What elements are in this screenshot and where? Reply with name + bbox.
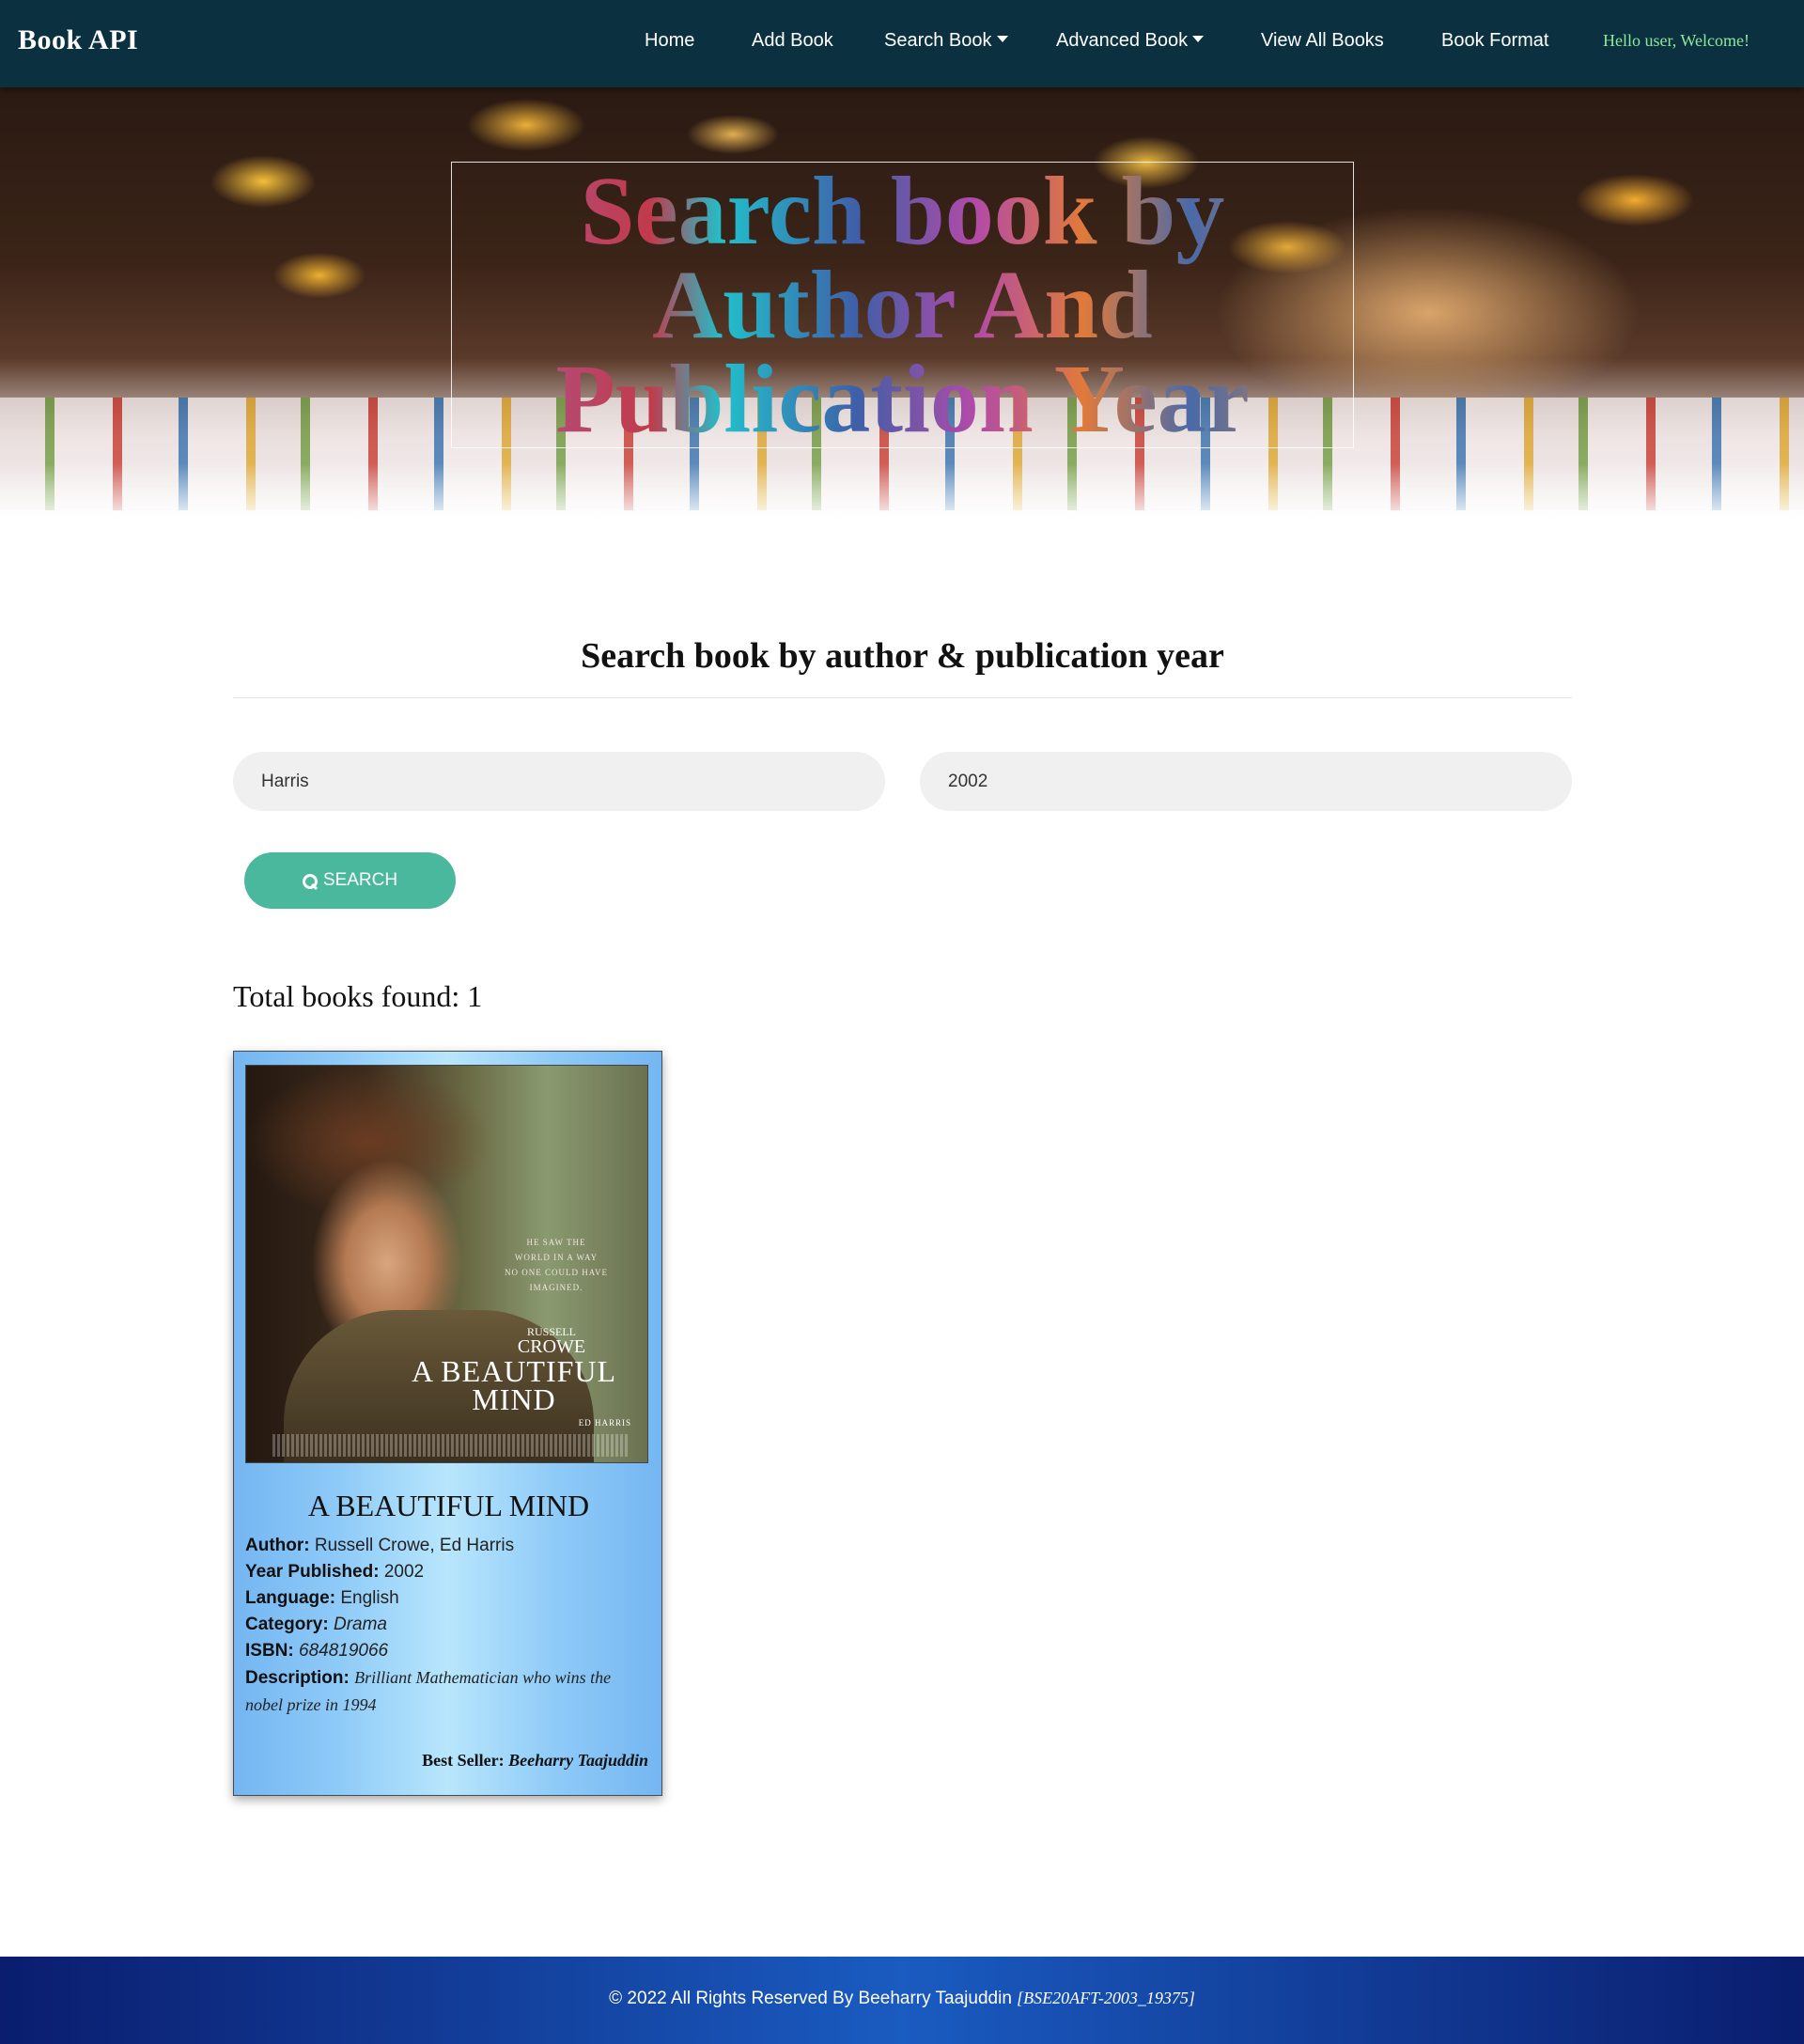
author-input[interactable] bbox=[233, 752, 885, 811]
divider bbox=[233, 697, 1572, 698]
best-seller: Best Seller: Beeharry Taajuddin bbox=[422, 1751, 648, 1770]
page-title: Search book by author & publication year bbox=[581, 636, 1224, 676]
top-navbar: Book API Home Add Book Search Book Advan… bbox=[0, 0, 1804, 87]
nav-book-format[interactable]: Book Format bbox=[1441, 30, 1548, 52]
results-count: Total books found: 1 bbox=[233, 979, 483, 1013]
poster-credits bbox=[272, 1434, 630, 1457]
poster-costar: ED HARRIS bbox=[578, 1418, 631, 1428]
nav-search-book[interactable]: Search Book bbox=[884, 30, 1008, 52]
nav-search-book-label: Search Book bbox=[884, 30, 992, 51]
book-language: Language: English bbox=[245, 1588, 399, 1608]
footer-copyright: © 2022 All Rights Reserved By Beeharry T… bbox=[609, 1989, 1195, 2008]
book-card: HE SAW THE WORLD IN A WAY NO ONE COULD H… bbox=[233, 1051, 662, 1796]
nav-home[interactable]: Home bbox=[645, 30, 694, 52]
hero-title-line: Author And bbox=[652, 251, 1153, 359]
book-category: Category: Drama bbox=[245, 1615, 387, 1634]
year-input[interactable] bbox=[920, 752, 1572, 811]
book-author: Author: Russell Crowe, Ed Harris bbox=[245, 1536, 515, 1555]
book-year: Year Published: 2002 bbox=[245, 1562, 425, 1582]
nav-add-book[interactable]: Add Book bbox=[752, 30, 833, 52]
caret-down-icon bbox=[1192, 36, 1205, 43]
hero-title-line: Publication Year bbox=[555, 345, 1250, 453]
book-isbn: ISBN: 684819066 bbox=[245, 1641, 389, 1661]
footer: © 2022 All Rights Reserved By Beeharry T… bbox=[0, 1957, 1804, 2044]
search-icon bbox=[302, 873, 318, 889]
nav-view-all-books[interactable]: View All Books bbox=[1261, 30, 1384, 52]
poster-tagline: HE SAW THE WORLD IN A WAY NO ONE COULD H… bbox=[504, 1238, 609, 1292]
book-description: Description: Brilliant Mathematician who… bbox=[245, 1668, 612, 1714]
welcome-message: Hello user, Welcome! bbox=[1603, 31, 1750, 50]
book-cover-image: HE SAW THE WORLD IN A WAY NO ONE COULD H… bbox=[245, 1065, 648, 1463]
book-title: A BEAUTIFUL MIND bbox=[307, 1489, 590, 1522]
search-button[interactable]: SEARCH bbox=[244, 852, 456, 909]
nav-advanced-book-label: Advanced Book bbox=[1056, 30, 1189, 51]
poster-actor: RUSSELL CROWE bbox=[517, 1325, 586, 1357]
nav-advanced-book[interactable]: Advanced Book bbox=[1056, 30, 1205, 52]
caret-down-icon bbox=[996, 36, 1008, 43]
hero-title: Search book by Author And Publication Ye… bbox=[451, 164, 1354, 446]
search-button-label: SEARCH bbox=[322, 870, 398, 890]
poster-title: A BEAUTIFUL MIND bbox=[411, 1354, 617, 1416]
brand-logo[interactable]: Book API bbox=[18, 24, 138, 56]
hero-banner: Search book by Author And Publication Ye… bbox=[0, 87, 1804, 524]
hero-title-line: Search book by bbox=[580, 157, 1225, 265]
